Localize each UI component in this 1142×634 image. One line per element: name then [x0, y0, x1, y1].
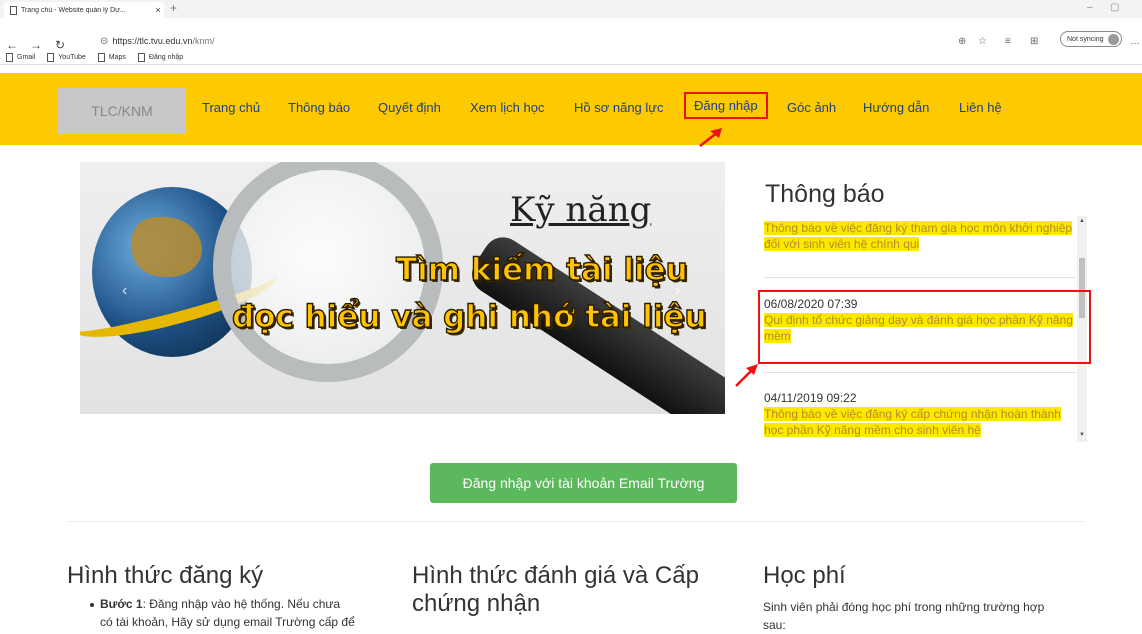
favorite-star-icon[interactable]: ☆ [978, 36, 987, 47]
assess-heading: Hình thức đánh giá và Cấp chứng nhận [412, 562, 699, 618]
page-icon [6, 52, 13, 62]
divider [764, 277, 1076, 278]
more-icon[interactable]: … [1130, 36, 1140, 47]
url-host: https://tlc.tvu.edu.vn [112, 36, 193, 46]
banner-carousel[interactable]: Kỹ năng Tìm kiếm tài liệu đọc hiểu và gh… [80, 162, 725, 414]
site-navbar: TLC/KNM Trang chủ Thông báo Quyết định X… [0, 73, 1142, 145]
browser-tabbar: Trang chủ - Website quản lý Dự... × + – … [0, 0, 1142, 18]
notice-text[interactable]: Thông báo về việc đăng ký tham gia học m… [764, 221, 1073, 251]
bookmark-youtube[interactable]: YouTube [47, 52, 86, 62]
site-logo[interactable]: TLC/KNM [58, 88, 186, 134]
profile-sync-button[interactable]: Not syncing [1060, 31, 1122, 47]
annotation-arrow-icon [699, 128, 722, 147]
fee-text-line1: Sinh viên phải đóng học phí trong những … [763, 600, 1045, 614]
carousel-prev-icon[interactable]: ‹ [122, 282, 127, 300]
notices-heading: Thông báo [765, 180, 885, 208]
fee-heading: Học phí [763, 562, 846, 589]
assess-heading-line1: Hình thức đánh giá và Cấp [412, 562, 699, 589]
email-login-button[interactable]: Đăng nhập với tài khoản Email Trường [430, 463, 737, 503]
bookmark-label: YouTube [58, 53, 86, 61]
bookmark-label: Gmail [17, 53, 36, 61]
step-text: : Đăng nhập vào hệ thống. Nếu chưa [142, 597, 341, 611]
step-text-continued: có tài khoản, Hãy sử dụng email Trường c… [100, 615, 355, 629]
nav-profile[interactable]: Hồ sơ năng lực [574, 100, 664, 115]
annotation-arrow-icon [735, 364, 758, 387]
notice-text[interactable]: Thông báo về việc đăng ký cấp chứng nhận… [764, 407, 1061, 437]
step-label: Bước 1 [100, 597, 143, 611]
favorites-list-icon[interactable]: ≡ [1005, 36, 1011, 47]
notice-item[interactable]: Thông báo về việc đăng ký tham gia học m… [764, 220, 1076, 252]
page-icon [97, 52, 105, 62]
bookmark-label: Maps [108, 53, 126, 61]
notice-date: 04/11/2019 09:22 [764, 391, 857, 405]
bookmark-login[interactable]: Đăng nhập [137, 52, 184, 62]
fee-text-line2: sau: [763, 618, 786, 632]
avatar [1107, 33, 1119, 45]
banner-line1: Tìm kiếm tài liệu [395, 251, 688, 288]
nav-login[interactable]: Đăng nhập [684, 92, 768, 119]
divider [67, 521, 1085, 522]
register-heading: Hình thức đăng ký [67, 562, 264, 589]
lock-icon: ⊝ [100, 36, 109, 47]
new-tab-button[interactable]: + [170, 1, 177, 15]
url-path: /knm/ [192, 36, 215, 46]
scroll-down-icon[interactable]: ▼ [1079, 432, 1085, 438]
bookmark-gmail[interactable]: Gmail [6, 52, 36, 62]
redaction [919, 239, 956, 250]
fee-text: Sinh viên phải đóng học phí trong những … [763, 598, 1083, 634]
minimize-icon[interactable]: – [1087, 2, 1093, 13]
bookmarks-bar: Gmail YouTube Maps Đăng nhập [0, 50, 1142, 65]
banner-title: Kỹ năng [510, 190, 652, 230]
tab-title: Trang chủ - Website quản lý Dự... [21, 6, 126, 14]
page-icon [10, 5, 17, 15]
annotation-highlight-box [758, 290, 1091, 364]
address-bar: ← → ↻ ⊝ https://tlc.tvu.edu.vn/knm/ ⊕ ☆ ≡… [0, 18, 1142, 52]
page-icon [137, 52, 145, 62]
restore-icon[interactable]: ▢ [1110, 2, 1119, 13]
browser-tab[interactable]: Trang chủ - Website quản lý Dự... × [4, 2, 164, 18]
collections-icon[interactable]: ⊞ [1030, 36, 1038, 47]
notice-item[interactable]: 04/11/2019 09:22 Thông báo về việc đăng … [764, 390, 1076, 438]
assess-heading-line2: chứng nhận [412, 590, 541, 617]
scroll-up-icon[interactable]: ▲ [1079, 218, 1085, 224]
nav-gallery[interactable]: Góc ảnh [787, 100, 836, 115]
divider [764, 372, 1076, 373]
carousel-next-icon[interactable]: › [675, 282, 680, 300]
bullet-icon [90, 602, 94, 607]
sync-label: Not syncing [1067, 35, 1104, 43]
banner-line2: đọc hiểu và ghi nhớ tài liệu [231, 298, 707, 335]
nav-notices[interactable]: Thông báo [288, 100, 350, 115]
page-icon [47, 52, 55, 62]
nav-contact[interactable]: Liên hệ [959, 100, 1002, 115]
nav-home[interactable]: Trang chủ [202, 100, 260, 115]
close-icon[interactable]: × [152, 5, 164, 15]
register-step: Bước 1: Đăng nhập vào hệ thống. Nếu chưa… [90, 595, 400, 631]
nav-guide[interactable]: Hướng dẫn [863, 100, 929, 115]
nav-decisions[interactable]: Quyết định [378, 100, 441, 115]
bookmark-label: Đăng nhập [148, 53, 184, 61]
nav-schedule[interactable]: Xem lịch học [470, 100, 544, 115]
zoom-icon[interactable]: ⊕ [958, 36, 966, 47]
url-field[interactable]: ⊝ https://tlc.tvu.edu.vn/knm/ [100, 36, 214, 47]
bookmark-maps[interactable]: Maps [97, 52, 126, 62]
